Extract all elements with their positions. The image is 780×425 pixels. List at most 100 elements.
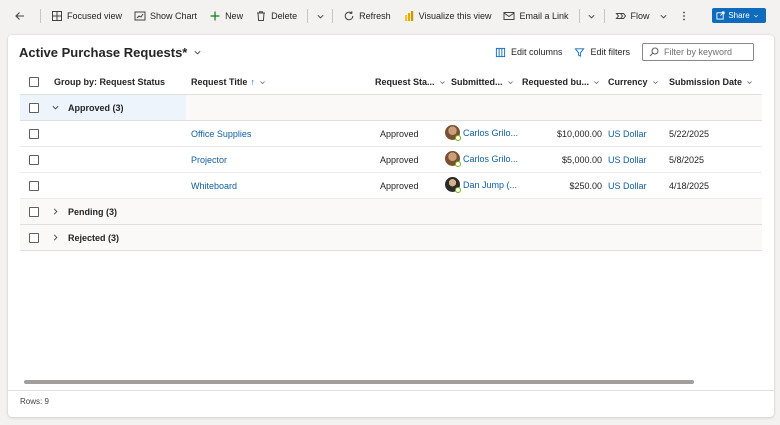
trash-icon xyxy=(255,10,267,22)
group-row-approved[interactable]: Approved (3) xyxy=(20,95,762,121)
group-checkbox[interactable] xyxy=(29,103,39,113)
share-button[interactable]: Share xyxy=(712,8,766,23)
request-title-link[interactable]: Whiteboard xyxy=(191,181,237,191)
visualize-button[interactable]: Visualize this view xyxy=(397,5,498,27)
currency-link[interactable]: US Dollar xyxy=(608,129,647,139)
edit-filters-label: Edit filters xyxy=(590,47,630,57)
refresh-label: Refresh xyxy=(359,11,391,21)
view-title: Active Purchase Requests* xyxy=(19,45,188,60)
show-chart-button[interactable]: Show Chart xyxy=(128,5,203,27)
submitted-by-cell[interactable]: Dan Jump (... xyxy=(445,177,517,193)
table-row[interactable]: Projector Approved Carlos Grilo... $5,00… xyxy=(20,147,762,173)
focused-view-button[interactable]: Focused view xyxy=(45,5,128,27)
edit-filters-button[interactable]: Edit filters xyxy=(574,47,630,58)
delete-button[interactable]: Delete xyxy=(249,5,303,27)
more-commands-dropdown[interactable] xyxy=(312,5,328,27)
refresh-button[interactable]: Refresh xyxy=(337,5,397,27)
request-title-link[interactable]: Office Supplies xyxy=(191,129,251,139)
group-checkbox[interactable] xyxy=(29,207,39,217)
filter-keyword-input[interactable]: Filter by keyword xyxy=(642,43,754,61)
divider xyxy=(603,9,605,23)
group-label: Rejected (3) xyxy=(68,233,120,243)
edit-columns-icon xyxy=(495,47,506,57)
flow-label: Flow xyxy=(630,11,650,21)
horizontal-scrollbar[interactable] xyxy=(24,380,694,384)
chevron-down-icon xyxy=(439,80,445,84)
date-cell: 4/18/2025 xyxy=(669,181,710,191)
column-header-request-status[interactable]: Request Sta... xyxy=(375,77,446,87)
column-header-requested-budget[interactable]: Requested bu... xyxy=(522,77,600,87)
table-row[interactable]: Office Supplies Approved Carlos Grilo...… xyxy=(20,121,762,147)
flow-icon xyxy=(614,10,627,22)
filter-icon xyxy=(574,47,586,57)
chevron-right-icon[interactable] xyxy=(51,233,60,242)
divider xyxy=(332,9,334,23)
chevron-down-icon xyxy=(507,80,513,84)
submitted-by-cell[interactable]: Carlos Grilo... xyxy=(445,125,518,141)
group-label: Approved (3) xyxy=(68,103,124,113)
grid-header: Group by: Request Status Request Title ↑… xyxy=(20,69,762,95)
search-icon xyxy=(649,47,659,57)
group-checkbox[interactable] xyxy=(29,233,39,243)
flow-button[interactable]: Flow xyxy=(609,5,656,27)
more-options-button[interactable] xyxy=(672,5,700,27)
currency-link[interactable]: US Dollar xyxy=(608,181,647,191)
column-label: Request Sta... xyxy=(375,77,435,87)
layout-grid-icon xyxy=(51,10,63,22)
chevron-right-icon[interactable] xyxy=(51,207,60,216)
divider xyxy=(578,9,580,23)
date-cell: 5/8/2025 xyxy=(669,155,705,165)
column-label: Request Title xyxy=(191,77,248,87)
request-title-link[interactable]: Projector xyxy=(191,155,227,165)
group-row-pending[interactable]: Pending (3) xyxy=(20,199,762,225)
date-cell: 5/22/2025 xyxy=(669,129,710,139)
view-card: Active Purchase Requests* Edit columns E… xyxy=(8,35,774,417)
submitted-by-link[interactable]: Carlos Grilo... xyxy=(463,154,518,164)
row-checkbox[interactable] xyxy=(29,155,39,165)
chevron-down-icon xyxy=(594,80,599,84)
new-button[interactable]: New xyxy=(203,5,249,27)
email-options-dropdown[interactable] xyxy=(584,5,600,27)
table-row[interactable]: Whiteboard Approved Dan Jump (... $250.0… xyxy=(20,173,762,199)
edit-columns-button[interactable]: Edit columns xyxy=(495,47,563,58)
select-all-checkbox[interactable] xyxy=(29,77,39,87)
group-by-header: Group by: Request Status xyxy=(54,77,165,87)
column-header-currency[interactable]: Currency xyxy=(608,77,659,87)
view-selector[interactable]: Active Purchase Requests* xyxy=(19,45,202,60)
column-label: Requested bu... xyxy=(522,77,590,87)
edit-columns-label: Edit columns xyxy=(510,47,563,57)
group-label: Pending (3) xyxy=(68,207,117,217)
group-by-label: Group by: Request Status xyxy=(54,77,166,87)
flow-dropdown[interactable] xyxy=(656,5,672,27)
more-vertical-icon xyxy=(678,10,690,22)
email-link-label: Email a Link xyxy=(519,11,569,21)
budget-cell: $250.00 xyxy=(569,181,602,191)
submitted-by-cell[interactable]: Carlos Grilo... xyxy=(445,151,518,167)
submitted-by-link[interactable]: Carlos Grilo... xyxy=(463,128,518,138)
row-checkbox[interactable] xyxy=(29,181,39,191)
chevron-down-icon[interactable] xyxy=(51,103,60,112)
refresh-icon xyxy=(343,10,355,22)
share-label: Share xyxy=(728,11,750,20)
column-header-request-title[interactable]: Request Title ↑ xyxy=(191,77,266,87)
currency-link[interactable]: US Dollar xyxy=(608,155,647,165)
row-checkbox[interactable] xyxy=(29,129,39,139)
avatar xyxy=(445,125,461,141)
column-header-submitted-by[interactable]: Submitted... xyxy=(451,77,514,87)
group-row-rejected[interactable]: Rejected (3) xyxy=(20,225,762,251)
share-icon xyxy=(716,11,725,20)
request-status-cell: Approved xyxy=(380,129,419,139)
email-link-button[interactable]: Email a Link xyxy=(497,5,574,27)
submitted-by-link[interactable]: Dan Jump (... xyxy=(463,180,517,190)
chevron-down-icon xyxy=(194,50,201,55)
data-grid: Group by: Request Status Request Title ↑… xyxy=(20,69,762,251)
column-header-submission-date[interactable]: Submission Date xyxy=(669,77,753,87)
divider xyxy=(307,9,309,23)
back-button[interactable] xyxy=(8,5,36,27)
budget-cell: $5,000.00 xyxy=(561,155,602,165)
divider xyxy=(40,9,41,23)
chevron-down-icon xyxy=(260,80,265,84)
column-label: Submitted... xyxy=(451,77,503,87)
delete-label: Delete xyxy=(271,11,298,21)
new-label: New xyxy=(225,11,244,21)
